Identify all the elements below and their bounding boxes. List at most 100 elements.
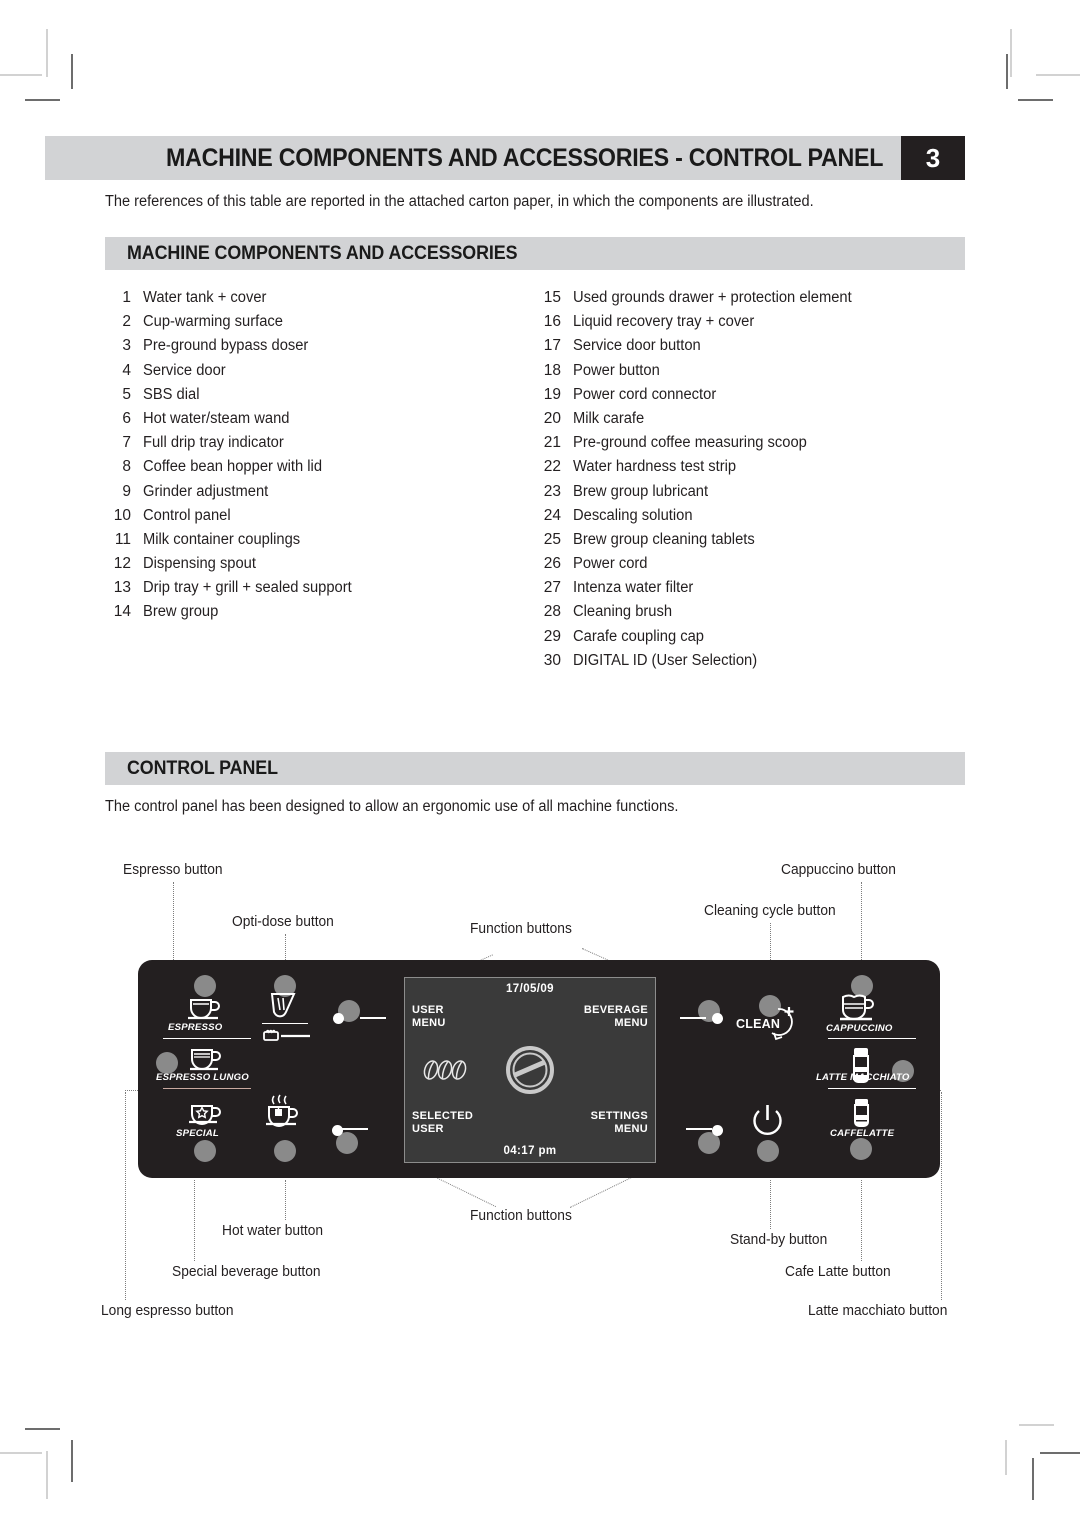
crop-mark-tl-v2 <box>71 54 73 89</box>
leader-hot-water <box>285 1180 286 1220</box>
list-item-label: Dispensing spout <box>143 555 256 573</box>
list-item: 22 Water hardness test strip <box>535 458 866 482</box>
list-item: 16 Liquid recovery tray + cover <box>535 313 866 337</box>
list-item-number: 13 <box>113 579 131 597</box>
list-item-number: 17 <box>543 337 561 355</box>
leader-cafe-latte <box>861 1180 862 1261</box>
clean-arrow-plus-icon <box>768 1005 802 1041</box>
function-button-bottom-right-line <box>686 1128 712 1130</box>
crop-mark-bl-v <box>46 1451 48 1499</box>
list-item: 3 Pre-ground bypass doser <box>105 337 363 361</box>
callout-hot-water-button: Hot water button <box>222 1223 324 1239</box>
list-item: 10 Control panel <box>105 507 363 531</box>
function-button-top-left-line <box>360 1017 386 1019</box>
espresso-cup-icon <box>187 996 223 1022</box>
list-item-label: Brew group cleaning tablets <box>573 530 755 548</box>
list-item-number: 12 <box>113 555 131 573</box>
intro-paragraph: The references of this table are reporte… <box>105 193 814 210</box>
crop-mark-br-v <box>1005 1440 1007 1475</box>
list-item-label: Drip tray + grill + sealed support <box>143 579 352 597</box>
display-coffee-beans-icon <box>423 1059 469 1081</box>
list-item-label: Pre-ground coffee measuring scoop <box>573 434 807 452</box>
list-item: 1 Water tank + cover <box>105 289 363 313</box>
display-settings-menu-line2: MENU <box>614 1123 648 1135</box>
crop-mark-tl-h2 <box>25 99 60 101</box>
list-item-number: 27 <box>543 579 561 597</box>
list-item-label: Service door button <box>573 337 701 355</box>
leader-opti-dose <box>285 934 286 960</box>
list-item: 5 SBS dial <box>105 386 363 410</box>
list-item: 15 Used grounds drawer + protection eleme… <box>535 289 866 313</box>
callout-cleaning-cycle-button: Cleaning cycle button <box>704 903 836 919</box>
cafe-latte-button[interactable] <box>850 1138 872 1160</box>
espresso-label: ESPRESSO <box>168 1022 223 1033</box>
list-item-number: 16 <box>543 313 561 331</box>
list-item-label: Power cord <box>573 555 648 573</box>
special-beverage-star-cup-icon <box>188 1100 226 1128</box>
callout-stand-by-button: Stand-by button <box>730 1232 828 1248</box>
crop-mark-tl-h <box>0 74 42 76</box>
display-user-menu-line2: MENU <box>412 1017 446 1029</box>
list-item-label: Full drip tray indicator <box>143 434 284 452</box>
separator-right-top <box>828 1038 916 1040</box>
list-item-number: 18 <box>543 361 561 379</box>
list-item: 21 Pre-ground coffee measuring scoop <box>535 434 866 458</box>
list-item: 23 Brew group lubricant <box>535 483 866 507</box>
list-item-label: Liquid recovery tray + cover <box>573 313 755 331</box>
callout-opti-dose-button: Opti-dose button <box>232 914 334 930</box>
display-selected-user-line2: USER <box>412 1123 444 1135</box>
crop-mark-bl-h <box>0 1452 42 1454</box>
display-user-menu: USER MENU <box>412 1004 446 1030</box>
list-item-number: 1 <box>122 289 131 306</box>
espresso-button[interactable] <box>194 975 216 997</box>
display-selected-user: SELECTED USER <box>412 1110 473 1136</box>
espresso-lungo-button[interactable] <box>156 1052 178 1074</box>
list-item: 30 DIGITAL ID (User Selection) <box>535 652 866 676</box>
crop-mark-tl-v <box>46 29 48 77</box>
list-item-number: 4 <box>122 361 131 379</box>
function-button-top-right-dot <box>712 1013 723 1024</box>
hot-water-button[interactable] <box>274 1140 296 1162</box>
list-item-label: Hot water/steam wand <box>143 409 290 427</box>
list-item: 28 Cleaning brush <box>535 603 866 627</box>
list-item-number: 7 <box>122 434 131 452</box>
list-item-number: 9 <box>122 482 131 500</box>
list-item-label: Water tank + cover <box>143 289 267 306</box>
section-heading-control-panel: CONTROL PANEL <box>105 752 965 785</box>
list-item-number: 28 <box>543 603 561 621</box>
list-item: 2 Cup-warming surface <box>105 313 363 337</box>
list-item: 8 Coffee bean hopper with lid <box>105 458 363 482</box>
list-item-number: 30 <box>543 651 561 669</box>
display-selected-user-line1: SELECTED <box>412 1110 474 1122</box>
function-button-bottom-left-dot <box>332 1125 343 1136</box>
list-item: 4 Service door <box>105 362 363 386</box>
list-item: 26 Power cord <box>535 555 866 579</box>
list-item: 18 Power button <box>535 362 866 386</box>
list-item-number: 11 <box>114 530 131 548</box>
list-item: 20 Milk carafe <box>535 410 866 434</box>
chapter-header-bar: MACHINE COMPONENTS AND ACCESSORIES - CON… <box>45 136 965 180</box>
list-item-label: Brew group lubricant <box>573 482 709 500</box>
callout-espresso-button: Espresso button <box>123 862 223 878</box>
stand-by-button[interactable] <box>757 1140 779 1162</box>
cappuccino-cup-icon <box>838 994 882 1024</box>
list-item: 27 Intenza water filter <box>535 579 866 603</box>
display-brand-logo-icon <box>502 1042 558 1098</box>
special-beverage-button[interactable] <box>194 1140 216 1162</box>
callout-function-buttons-bottom: Function buttons <box>470 1208 572 1224</box>
list-item: 11 Milk container couplings <box>105 531 363 555</box>
separator-left-bottom <box>163 1088 251 1090</box>
list-item: 7 Full drip tray indicator <box>105 434 363 458</box>
leader-long-espresso <box>125 1092 126 1300</box>
callout-cappuccino-button: Cappuccino button <box>781 862 896 878</box>
list-item: 14 Brew group <box>105 603 363 627</box>
crop-mark-tr-h2 <box>1018 99 1053 101</box>
display-settings-menu-line1: SETTINGS <box>590 1110 648 1122</box>
list-item-label: Water hardness test strip <box>573 458 737 476</box>
list-item-label: Pre-ground bypass doser <box>143 337 309 355</box>
list-item-label: Coffee bean hopper with lid <box>143 458 323 476</box>
list-item-label: SBS dial <box>143 385 200 403</box>
list-item-label: Cup-warming surface <box>143 313 283 331</box>
function-button-bottom-right-dot <box>712 1125 723 1136</box>
list-item-label: Brew group <box>143 603 219 621</box>
